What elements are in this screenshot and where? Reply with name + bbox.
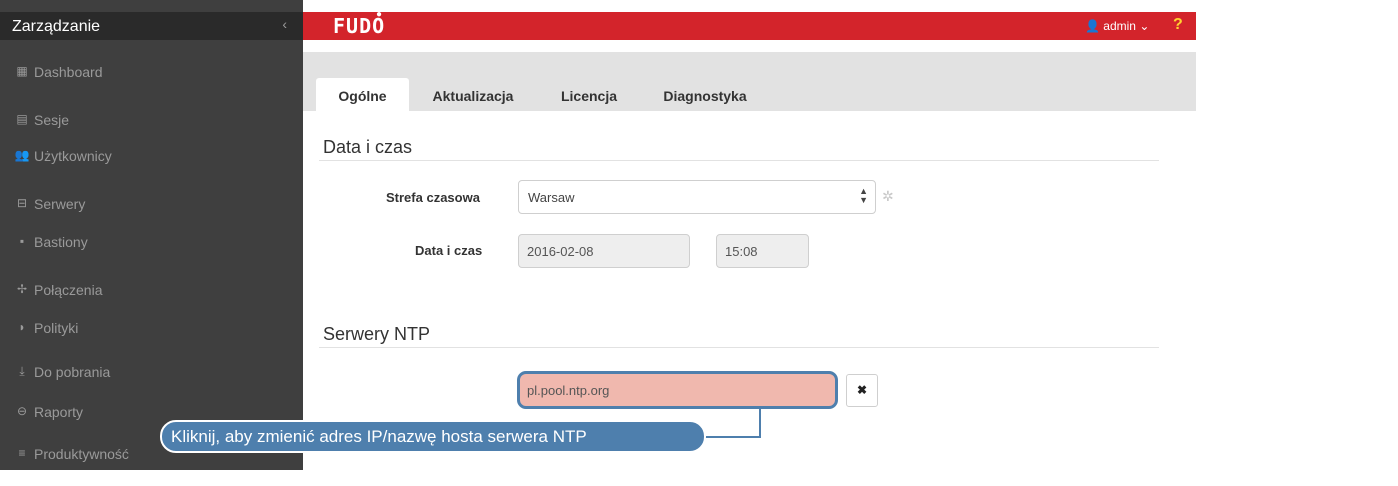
sidebar: Zarządzanie ‹ ▦ Dashboard ▤ Sesje 👥 Użyt…	[0, 0, 303, 470]
time-field: 15:08	[716, 234, 809, 268]
select-arrows-icon: ▲ ▼	[859, 186, 868, 205]
sidebar-item-label: Dashboard	[34, 64, 103, 80]
callout-connector	[705, 436, 761, 438]
bastion-icon: ▪	[19, 234, 25, 248]
user-menu[interactable]: 👤 admin ⌄	[1085, 19, 1149, 33]
close-icon: ✖	[856, 383, 868, 397]
shield-icon: ◗	[18, 320, 26, 334]
callout-text: Kliknij, aby zmienić adres IP/nazwę host…	[171, 427, 587, 446]
datetime-label: Data i czas	[415, 243, 483, 258]
chevron-down-icon: ⌄	[1139, 19, 1150, 33]
user-icon: 👤	[1085, 19, 1100, 33]
gear-icon[interactable]: ✲	[882, 188, 894, 205]
section-title-datetime: Data i czas	[323, 137, 413, 157]
top-bar: FUDO ● 👤 admin ⌄ ?	[303, 9, 1196, 40]
sidebar-item-label: Raporty	[34, 404, 84, 420]
ntp-server-input[interactable]: pl.pool.ntp.org	[517, 371, 838, 409]
list-icon: ≡	[18, 446, 26, 460]
sidebar-item-bastiony[interactable]: ▪ Bastiony	[0, 234, 303, 274]
time-value: 15:08	[725, 244, 758, 259]
sessions-icon: ▤	[16, 112, 28, 126]
timezone-value: Warsaw	[528, 190, 575, 205]
timezone-select[interactable]: Warsaw ▲ ▼	[518, 180, 876, 214]
ntp-server-value: pl.pool.ntp.org	[527, 383, 610, 398]
sidebar-item-label: Użytkownicy	[34, 148, 112, 164]
sidebar-item-label: Produktywność	[34, 446, 129, 462]
sidebar-item-label: Do pobrania	[34, 364, 111, 380]
sidebar-item-uzytkownicy[interactable]: 👥 Użytkownicy	[0, 148, 303, 188]
tab-licencja[interactable]: Licencja	[543, 78, 635, 111]
sidebar-title: Zarządzanie	[12, 18, 101, 35]
remove-ntp-server-button[interactable]: ✖	[846, 374, 878, 407]
sidebar-item-label: Serwery	[34, 196, 86, 212]
tab-label: Licencja	[560, 88, 618, 104]
tabs-bar: Ogólne Aktualizacja Licencja Diagnostyka	[303, 52, 1196, 111]
callout-tooltip: Kliknij, aby zmienić adres IP/nazwę host…	[160, 420, 706, 453]
sidebar-item-sesje[interactable]: ▤ Sesje	[0, 112, 303, 152]
tab-diagnostyka[interactable]: Diagnostyka	[646, 78, 764, 111]
sidebar-item-dashboard[interactable]: ▦ Dashboard	[0, 64, 303, 104]
sidebar-item-do-pobrania[interactable]: ⤓ Do pobrania	[0, 364, 303, 404]
user-name: admin	[1103, 19, 1136, 33]
sidebar-item-label: Polityki	[34, 320, 79, 336]
section-divider	[319, 347, 1159, 348]
section-title-ntp: Serwery NTP	[323, 324, 431, 344]
users-icon: 👥	[14, 148, 30, 162]
callout-connector	[759, 409, 761, 438]
download-icon: ⤓	[19, 364, 25, 378]
tab-label: Ogólne	[338, 88, 387, 104]
help-button[interactable]: ?	[1173, 16, 1183, 34]
section-divider	[319, 160, 1159, 161]
timezone-label: Strefa czasowa	[386, 190, 480, 205]
tab-ogolne[interactable]: Ogólne	[316, 78, 409, 111]
sidebar-item-polaczenia[interactable]: ✢ Połączenia	[0, 282, 303, 322]
tab-label: Diagnostyka	[663, 88, 747, 104]
sidebar-item-label: Bastiony	[34, 234, 88, 250]
print-icon: ⊖	[16, 404, 28, 418]
sidebar-item-polityki[interactable]: ◗ Polityki	[0, 320, 303, 360]
connections-icon: ✢	[16, 282, 28, 296]
tab-label: Aktualizacja	[432, 88, 514, 104]
sidebar-item-label: Połączenia	[34, 282, 103, 298]
tab-aktualizacja[interactable]: Aktualizacja	[413, 78, 533, 111]
dashboard-icon: ▦	[16, 64, 28, 78]
sidebar-item-serwery[interactable]: ⊟ Serwery	[0, 196, 303, 236]
sidebar-item-label: Sesje	[34, 112, 70, 128]
date-field: 2016-02-08	[518, 234, 690, 268]
sidebar-header: Zarządzanie ‹	[0, 12, 303, 40]
sidebar-collapse-icon[interactable]: ‹	[282, 16, 287, 32]
date-value: 2016-02-08	[527, 244, 594, 259]
logo-dot-icon: ●	[376, 9, 383, 20]
server-icon: ⊟	[16, 196, 28, 210]
